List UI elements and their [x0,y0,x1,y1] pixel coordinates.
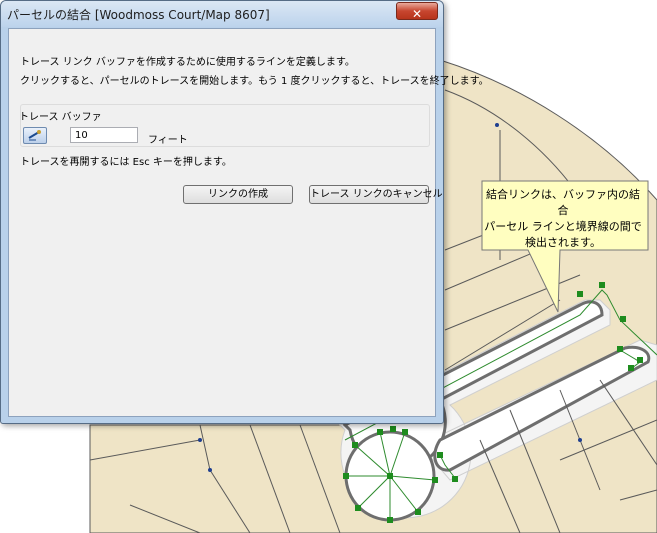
trace-tool-button[interactable] [23,127,47,144]
unit-label: フィート [148,135,188,146]
create-link-button[interactable]: リンクの作成 [183,185,293,204]
esc-hint: トレースを再開するには Esc キーを押します。 [20,157,232,168]
dialog-body: トレース リンク バッファを作成するために使用するラインを定義します。 クリック… [8,28,489,417]
trace-buffer-label: トレース バッファ [19,112,102,123]
callout-line-3: 検出されます。 [525,236,601,249]
title-bar[interactable]: パーセルの結合 [Woodmoss Court/Map 8607] ✕ [1,1,443,27]
instruction-define-line: トレース リンク バッファを作成するために使用するラインを定義します。 [20,57,355,68]
cancel-trace-link-button[interactable]: トレース リンクのキャンセル [309,185,443,204]
callout-text: 結合リンクは、バッファ内の結合 パーセル ラインと境界線の間で 検出されます。 [482,187,644,251]
instruction-click-trace: クリックすると、パーセルのトレースを開始します。もう 1 度クリックすると、トレ… [20,76,489,87]
trace-tool-icon [28,130,41,141]
callout-line-2: パーセル ラインと境界線の間で [484,220,642,233]
close-button[interactable]: ✕ [396,2,438,21]
close-icon: ✕ [411,7,423,21]
buffer-distance-input[interactable] [70,127,138,143]
window-title: パーセルの結合 [Woodmoss Court/Map 8607] [7,8,270,22]
merge-parcels-dialog: パーセルの結合 [Woodmoss Court/Map 8607] ✕ トレース… [0,0,489,424]
callout-line-1: 結合リンクは、バッファ内の結合 [486,188,640,217]
